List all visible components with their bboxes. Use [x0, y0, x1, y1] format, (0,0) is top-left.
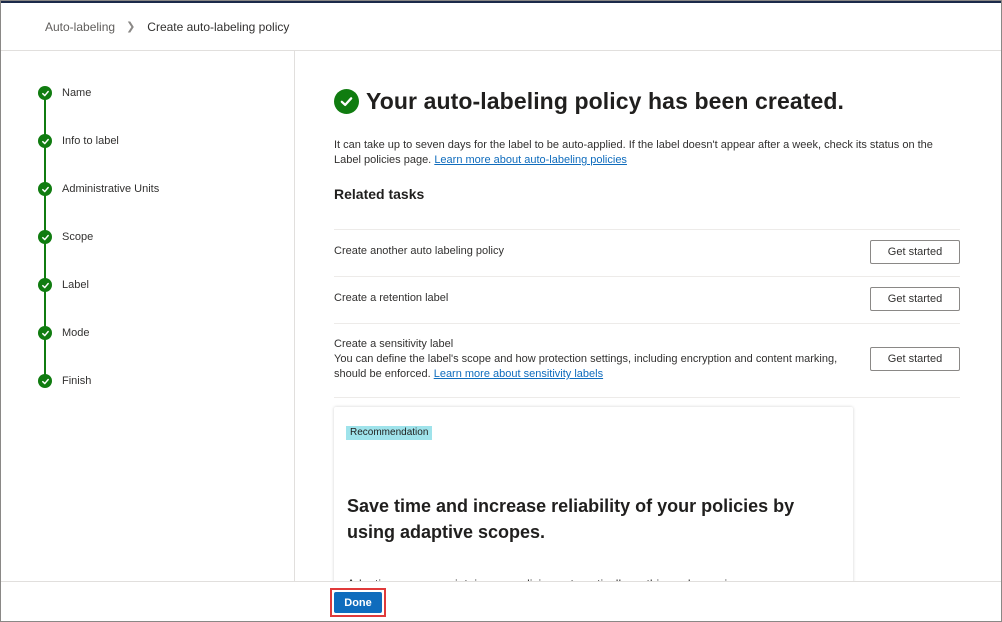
get-started-auto-labeling-button[interactable]: Get started: [870, 240, 960, 264]
done-button-highlight: Done: [330, 588, 386, 617]
description-text: It can take up to seven days for the lab…: [334, 139, 933, 166]
task-title: Create a sensitivity label: [334, 338, 454, 350]
checkmark-icon: [38, 86, 52, 100]
step-finish[interactable]: Finish: [38, 374, 91, 388]
status-description: It can take up to seven days for the lab…: [334, 138, 954, 168]
done-button[interactable]: Done: [334, 592, 382, 613]
task-title: Create a retention label: [334, 292, 449, 304]
main-content: Your auto-labeling policy has been creat…: [334, 51, 964, 607]
chevron-right-icon: ❯: [126, 21, 136, 33]
breadcrumb-auto-labeling-link[interactable]: Auto-labeling: [1, 20, 115, 34]
learn-more-auto-labeling-link[interactable]: Learn more about auto-labeling policies: [434, 154, 627, 166]
wizard-frame: Auto-labeling ❯ Create auto-labeling pol…: [0, 0, 1002, 622]
step-label-item[interactable]: Label: [38, 278, 89, 292]
step-name[interactable]: Name: [38, 86, 91, 100]
step-label: Finish: [62, 375, 92, 387]
learn-more-sensitivity-labels-link[interactable]: Learn more about sensitivity labels: [434, 368, 603, 380]
step-label: Scope: [62, 231, 94, 243]
step-label: Administrative Units: [62, 183, 160, 195]
get-started-retention-label-button[interactable]: Get started: [870, 287, 960, 311]
checkmark-icon: [38, 326, 52, 340]
checkmark-icon: [38, 230, 52, 244]
step-label: Name: [62, 87, 92, 99]
get-started-sensitivity-label-button[interactable]: Get started: [870, 347, 960, 371]
task-description: You can define the label's scope and how…: [334, 352, 854, 382]
wizard-footer: Done: [1, 581, 1001, 621]
step-info-to-label[interactable]: Info to label: [38, 134, 119, 148]
step-label: Label: [62, 279, 89, 291]
step-mode[interactable]: Mode: [38, 326, 90, 340]
breadcrumb-current: Create auto-labeling policy: [147, 19, 290, 34]
recommendation-badge: Recommendation: [346, 426, 433, 440]
page-title: Your auto-labeling policy has been creat…: [366, 88, 845, 114]
recommendation-title: Save time and increase reliability of yo…: [347, 496, 795, 542]
checkmark-icon: [38, 374, 52, 388]
task-row-auto-labeling: Create another auto labeling policy Get …: [334, 229, 960, 276]
checkmark-icon: [38, 278, 52, 292]
page-title-row: Your auto-labeling policy has been creat…: [334, 88, 844, 115]
step-label: Mode: [62, 327, 90, 339]
task-row-sensitivity-label: Create a sensitivity label You can defin…: [334, 323, 960, 398]
step-label: Info to label: [62, 135, 119, 147]
related-tasks-list: Create another auto labeling policy Get …: [334, 229, 960, 398]
wizard-steps-panel: Name Info to label Administrative Units …: [1, 51, 295, 581]
related-tasks-heading: Related tasks: [334, 186, 425, 202]
task-title: Create another auto labeling policy: [334, 245, 505, 257]
step-administrative-units[interactable]: Administrative Units: [38, 182, 159, 196]
success-check-icon: [334, 89, 359, 114]
breadcrumb: Auto-labeling ❯ Create auto-labeling pol…: [1, 3, 1001, 51]
recommendation-card: Recommendation Save time and increase re…: [334, 407, 853, 607]
checkmark-icon: [38, 182, 52, 196]
checkmark-icon: [38, 134, 52, 148]
task-row-retention-label: Create a retention label Get started: [334, 276, 960, 323]
step-scope[interactable]: Scope: [38, 230, 93, 244]
